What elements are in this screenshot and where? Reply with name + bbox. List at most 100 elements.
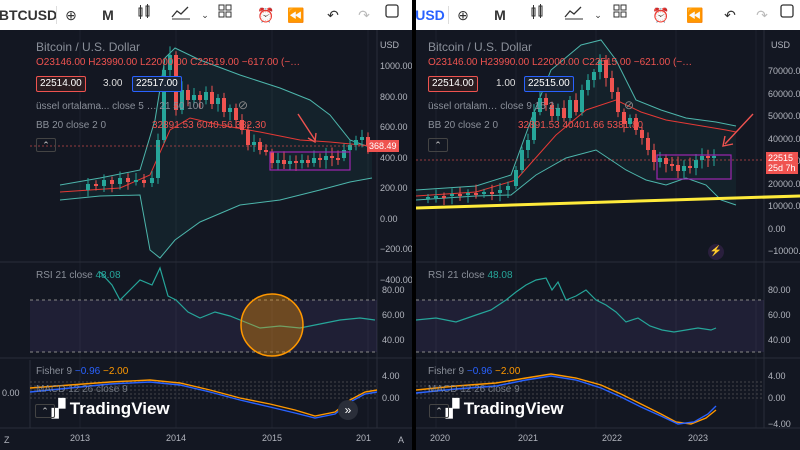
candle-body [336,158,340,160]
low-value: L22000.00 [140,57,188,68]
collapse-pane-icon[interactable]: ⌃ [35,404,55,418]
candle-body [658,158,662,162]
candle-body [150,178,154,183]
candle-body [94,184,98,186]
lightning-icon[interactable]: ⚡ [708,244,724,260]
last-price-value: 22515 [768,153,794,163]
highlight-circle [240,293,304,357]
candle-body [574,100,578,112]
fisher-label-text: Fisher 9 [36,366,73,377]
buy-button[interactable]: 22515.00 [524,76,574,92]
candle-body [276,160,280,163]
left-axis-value: 0.00 [2,388,20,398]
candle-body [682,166,686,171]
candle-body [210,92,214,104]
ma-legend: üssel ortalama... close 5 … 21 50 100 [36,101,204,112]
timezone-icon[interactable]: Z [4,434,10,446]
fisher-value-2: −2.00 [103,366,129,377]
candle-body [354,140,358,145]
time-axis-label: 2021 [518,433,539,443]
candle-body [490,192,494,194]
last-price-tag: 22515 25d 7h [766,152,798,174]
scroll-right-icon[interactable]: » [338,400,358,420]
candle-body [458,194,462,196]
sell-button[interactable]: 22514.00 [36,76,86,92]
candle-body [288,161,292,164]
fisher-label: Fisher 9 −0.96 −2.00 [428,366,520,378]
axis-tick-label: −200.00 [380,244,412,254]
candle-body [474,193,478,195]
rsi-label: RSI 21 close 48.08 [36,270,121,282]
high-value: H23990.00 [480,57,530,68]
collapse-legend-icon[interactable]: ⌃ [36,138,56,152]
candle-body [506,186,510,190]
symbol-title: Bitcoin / U.S. Dollar [428,40,533,54]
candle-body [110,180,114,184]
fisher-label: Fisher 9 −0.96 −2.00 [36,366,128,378]
time-axis-label: 201 [356,433,372,443]
change-value: −617.00 (−… [241,57,301,68]
axis-tick-label: 50000.00 [768,111,800,121]
eye-off-icon[interactable]: ⊘ [624,99,634,111]
candle-body [204,92,208,100]
candle-body [498,190,502,193]
candle-body [526,140,530,150]
candle-body [568,100,572,118]
candle-body [216,98,220,104]
axis-tick-label: 200.00 [380,183,408,193]
fisher-value-1: −0.96 [466,366,493,377]
candle-body [192,95,196,100]
candle-body [142,180,146,183]
axis-tick-label: 800.00 [380,91,408,102]
candle-body [466,193,470,195]
candle-body [342,150,346,158]
candle-body [616,92,620,112]
ma-legend: üssel ortalam… close 9 15 2… [428,101,565,112]
sell-button[interactable]: 22514.00 [428,76,478,92]
candle-body [222,98,226,112]
axis-tick-label: 10000.00 [768,201,800,211]
candle-body [670,164,674,166]
price-unit: USD [380,40,400,50]
fisher-value-1: −0.96 [74,366,101,377]
macd-label: MACD 12 26 close 9 [36,384,128,395]
candle-body [264,150,268,152]
candle-body [306,160,310,163]
candle-body [102,180,106,186]
candle-body [688,166,692,168]
axis-tick-label: 20000.00 [768,178,800,189]
candle-body [118,178,122,184]
right-chart-pane: USD ⊕ M ⌄ ⏰ ⏪ ↶ ↷ Bitcoin / U.S. Dollar … [416,0,800,450]
rsi-band [30,300,377,352]
candle-body [712,156,716,158]
rsi-band [416,300,764,352]
buy-button[interactable]: 22517.00 [132,76,182,92]
time-axis-label: 2014 [166,433,187,443]
bb-values: 32891.53 40401.66 5381.80 [518,120,644,131]
axis-tick-label: 0.00 [768,393,786,403]
last-price-tag: 368.49 [367,140,399,152]
time-axis-label: 2013 [70,433,91,443]
open-value: O23146.00 [428,57,478,68]
collapse-legend-icon[interactable]: ⌃ [428,138,448,152]
bb-legend: BB 20 close 2 0 [36,120,107,131]
axis-tick-label: 40000.00 [768,133,800,144]
time-axis-label: 2020 [430,433,451,443]
collapse-pane-icon[interactable]: ⌃ [429,404,449,418]
eye-off-icon[interactable]: ⊘ [238,99,248,111]
auto-scale-icon[interactable]: A [398,434,404,446]
axis-tick-label: 70000.00 [768,66,800,76]
symbol-title: Bitcoin / U.S. Dollar [36,40,141,54]
bb-legend: BB 20 close 2 0 [428,120,499,131]
candle-body [652,150,656,162]
axis-tick-label: 4.00 [768,371,786,381]
candle-body [86,184,90,190]
left-chart-pane: BTCUSD ⊕ M ⌄ ⏰ ⏪ ↶ ↷ Bitcoin / U.S. Doll… [0,0,412,450]
axis-tick-label: 60.00 [382,310,405,320]
candle-body [514,170,518,186]
countdown-value: 25d 7h [768,163,796,173]
axis-tick-label: 80.00 [768,285,791,295]
candle-body [134,180,138,182]
candle-body [282,160,286,164]
rsi-label-text: RSI 21 close [36,270,93,281]
